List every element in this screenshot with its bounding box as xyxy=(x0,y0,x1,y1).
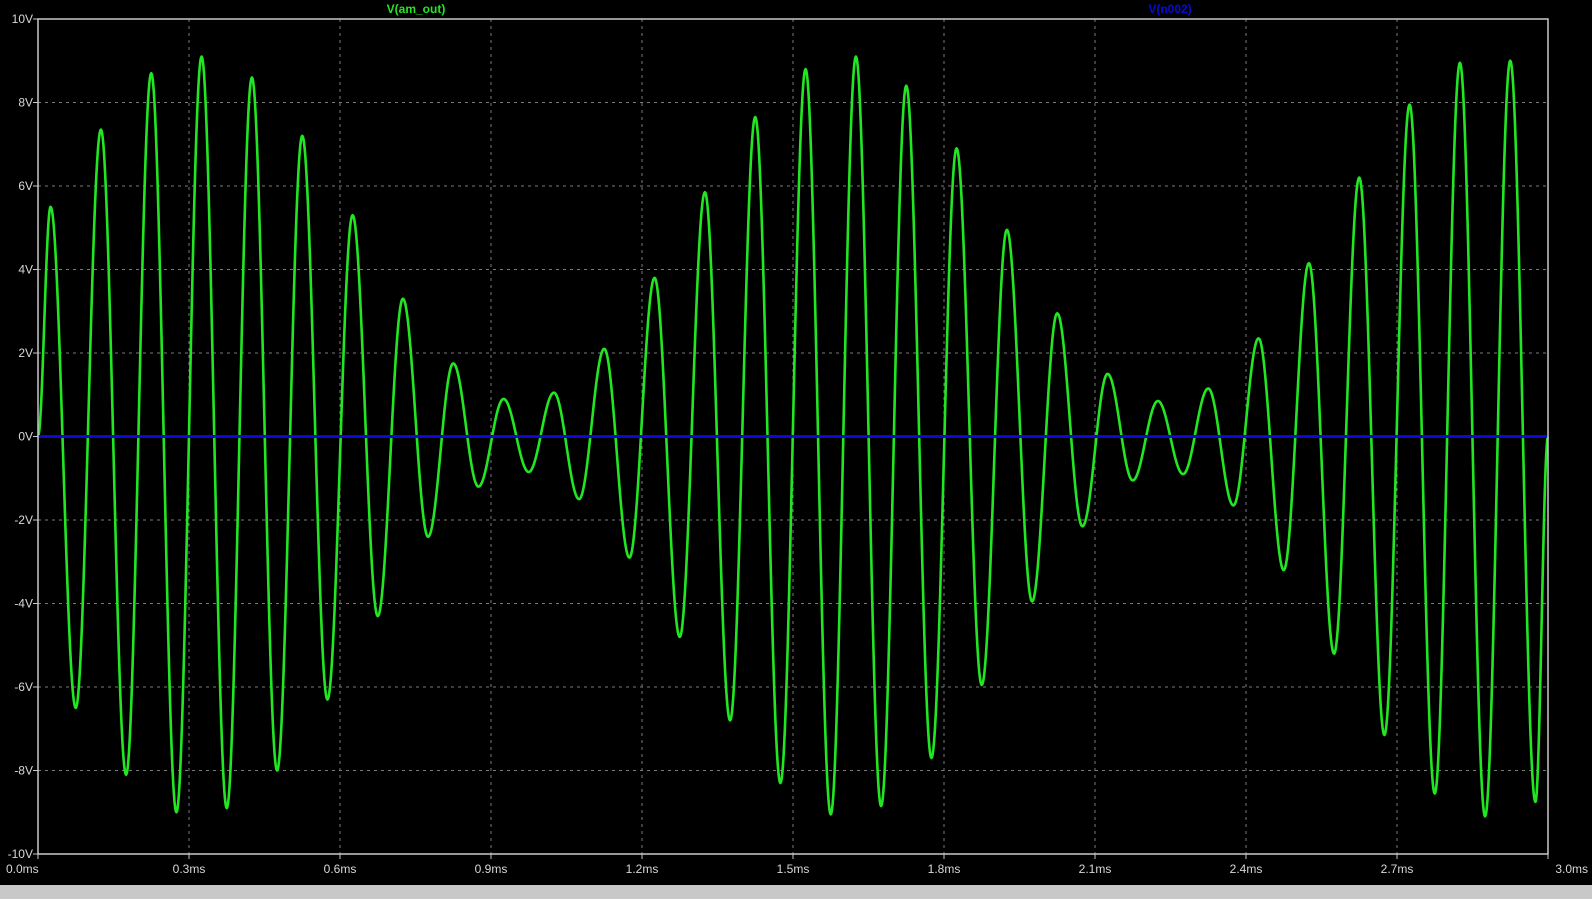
y-tick-label: -4V xyxy=(14,597,33,611)
plot-window: 10V 8V 6V 4V 2V 0V -2V -4V -6V -8V -10V 0.0ms 0.3ms… xyxy=(0,0,1592,899)
y-tick-label: 2V xyxy=(18,346,33,360)
legend-n002[interactable]: V(n002) xyxy=(1148,2,1191,16)
y-tick-label: -10V xyxy=(8,847,33,861)
x-tick-label: 0.9ms xyxy=(475,862,508,876)
x-tick-label: 1.2ms xyxy=(626,862,659,876)
x-tick-label: 2.4ms xyxy=(1230,862,1263,876)
y-tick-label: -8V xyxy=(14,764,33,778)
x-tick-label: 1.5ms xyxy=(777,862,810,876)
y-tick-label: -2V xyxy=(14,513,33,527)
x-tick-label: 1.8ms xyxy=(928,862,961,876)
x-tick-label: 3.0ms xyxy=(1555,862,1588,876)
y-tick-label: 8V xyxy=(18,96,33,110)
y-tick-label: 10V xyxy=(12,12,33,26)
x-tick-label: 0.3ms xyxy=(173,862,206,876)
x-tick-label: 2.1ms xyxy=(1079,862,1112,876)
x-tick-label: 2.7ms xyxy=(1381,862,1414,876)
x-tick-label: 0.6ms xyxy=(324,862,357,876)
y-tick-label: -6V xyxy=(14,680,33,694)
y-tick-label: 4V xyxy=(18,263,33,277)
status-strip xyxy=(0,885,1592,899)
waveform-chart: 10V 8V 6V 4V 2V 0V -2V -4V -6V -8V -10V 0.0ms 0.3ms… xyxy=(0,0,1592,899)
y-tick-label: 6V xyxy=(18,179,33,193)
y-tick-label: 0V xyxy=(18,430,33,444)
legend-am-out[interactable]: V(am_out) xyxy=(387,2,446,16)
x-tick-label: 0.0ms xyxy=(6,862,39,876)
